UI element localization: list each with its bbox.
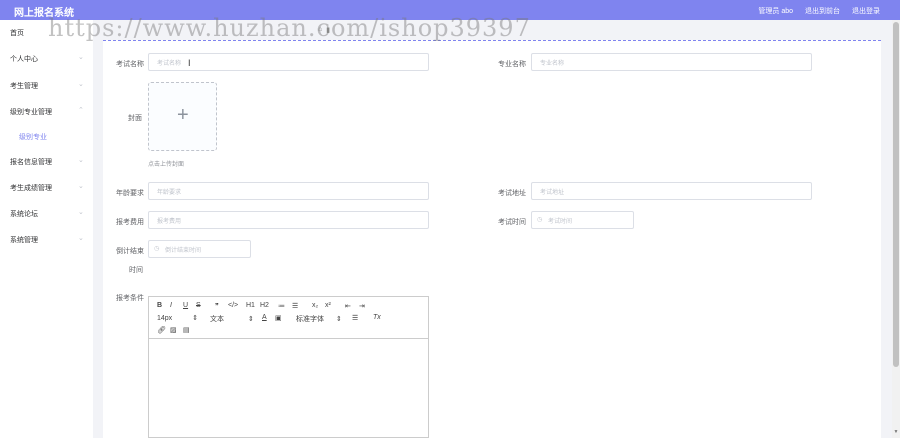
sidebar-item-label: 考生成绩管理 [10, 185, 52, 192]
address-input[interactable]: 考试地址 [531, 182, 812, 200]
countdown-label: 倒计结束 [116, 248, 144, 255]
clock-icon: ◷ [537, 217, 543, 223]
exam-time-picker[interactable]: ◷ 考试时间 [531, 211, 634, 229]
logout-link[interactable]: 退出登录 [852, 6, 880, 16]
heading2-button[interactable]: H2 [260, 302, 269, 309]
font-color-icon[interactable]: A [262, 314, 267, 321]
sidebar-item-label: 个人中心 [10, 56, 38, 63]
breadcrumb-divider [103, 40, 881, 41]
chevron-down-icon: ⌄ [78, 81, 84, 88]
exam-name-placeholder: 考试名称 [157, 61, 182, 67]
chevron-down-icon: ⌄ [78, 183, 84, 190]
back-to-front-link[interactable]: 退出到前台 [805, 6, 840, 16]
sidebar-item-level-major[interactable]: 级别专业管理 ⌃ [0, 105, 93, 119]
image-icon[interactable]: ▨ [170, 326, 177, 334]
plus-icon: + [177, 104, 189, 126]
indent-button[interactable]: ⇥ [359, 302, 365, 310]
sidebar-item-label: 系统管理 [10, 237, 38, 244]
outdent-button[interactable]: ⇤ [345, 302, 351, 310]
lock-icon: ▮ [326, 27, 331, 34]
home-icon: ⌂ [318, 26, 323, 33]
sidebar-subitem-level-major[interactable]: 级别专业 [0, 130, 93, 144]
fee-placeholder: 报考费用 [157, 219, 182, 225]
bold-button[interactable]: B [157, 302, 162, 309]
underline-button[interactable]: U [183, 302, 188, 309]
age-input[interactable]: 年龄要求 [148, 182, 429, 200]
current-user: 管理员 abo [758, 8, 793, 15]
clock-icon: ◷ [154, 246, 160, 252]
sidebar-item-candidates[interactable]: 考生管理 ⌄ [0, 79, 93, 93]
sidebar-item-label: 首页 [10, 30, 24, 37]
heading1-button[interactable]: H1 [246, 302, 255, 309]
sidebar-item-home[interactable]: 首页 [0, 26, 93, 40]
sidebar-item-scores[interactable]: 考生成绩管理 ⌄ [0, 181, 93, 195]
text-cursor-icon: I [188, 58, 191, 68]
exam-time-placeholder: 考试时间 [548, 219, 573, 225]
clear-format-button[interactable]: Tx [373, 314, 381, 321]
editor-toolbar: B I U S ❞ </> H1 H2 ≔ ☰ x₂ x² ⇤ ⇥ 14px ⇕ … [149, 297, 428, 339]
breadcrumb-icons: ⌂ ▮ [318, 26, 330, 34]
cover-upload-hint: 点击上传封面 [148, 162, 185, 168]
chevron-down-icon: ⌄ [78, 157, 84, 164]
countdown-placeholder: 倒计结束时间 [165, 248, 202, 254]
align-icon[interactable]: ☰ [352, 314, 358, 322]
age-label: 年龄要求 [116, 190, 144, 197]
bullet-list-button[interactable]: ☰ [292, 302, 298, 310]
address-label: 考试地址 [498, 190, 526, 197]
sidebar: 首页 个人中心 ⌄ 考生管理 ⌄ 级别专业管理 ⌃ 级别专业 报名信息管理 ⌄ … [0, 20, 93, 438]
sidebar-item-label: 系统论坛 [10, 211, 38, 218]
countdown-time-picker[interactable]: ◷ 倒计结束时间 [148, 240, 251, 258]
sidebar-item-system[interactable]: 系统管理 ⌄ [0, 233, 93, 247]
major-name-input[interactable]: 专业名称 [531, 53, 812, 71]
app-title: 网上报名系统 [14, 8, 74, 19]
major-name-label: 专业名称 [498, 61, 526, 68]
sidebar-item-label: 考生管理 [10, 83, 38, 90]
code-block-button[interactable]: </> [228, 302, 238, 309]
chevron-down-icon: ⌄ [78, 54, 84, 61]
font-family-select[interactable]: 标准字体 ⇕ [296, 314, 342, 324]
link-icon[interactable]: 🔗︎ [157, 326, 166, 334]
sidebar-item-registration[interactable]: 报名信息管理 ⌄ [0, 155, 93, 169]
chevron-down-icon: ⌄ [78, 235, 84, 242]
sidebar-item-profile[interactable]: 个人中心 ⌄ [0, 52, 93, 66]
page-scrollbar[interactable]: ▼ [892, 20, 900, 438]
chevron-up-icon: ⌃ [78, 107, 84, 114]
scrollbar-thumb[interactable] [893, 22, 899, 367]
font-size-select[interactable]: 14px ⇕ [157, 314, 198, 322]
video-icon[interactable]: ▤ [183, 326, 190, 334]
major-name-placeholder: 专业名称 [540, 61, 565, 67]
chevron-down-icon: ⌄ [78, 209, 84, 216]
countdown-label-line2: 时间 [129, 267, 143, 274]
sidebar-item-label: 报名信息管理 [10, 159, 52, 166]
cover-upload[interactable]: + [148, 82, 217, 151]
strike-button[interactable]: S [196, 302, 201, 309]
address-placeholder: 考试地址 [540, 190, 565, 196]
fee-input[interactable]: 报考费用 [148, 211, 429, 229]
fee-label: 报考费用 [116, 219, 144, 226]
exam-time-label: 考试时间 [498, 219, 526, 226]
select-arrows-icon: ⇕ [336, 316, 342, 323]
rich-text-editor[interactable]: B I U S ❞ </> H1 H2 ≔ ☰ x₂ x² ⇤ ⇥ 14px ⇕ … [148, 296, 429, 438]
background-color-icon[interactable]: ▣ [275, 314, 282, 322]
subscript-button[interactable]: x₂ [312, 302, 318, 309]
blockquote-button[interactable]: ❞ [215, 302, 219, 310]
ordered-list-button[interactable]: ≔ [278, 302, 285, 310]
sidebar-item-label: 级别专业 [19, 134, 47, 141]
conditions-label: 报考条件 [116, 295, 144, 302]
select-arrows-icon: ⇕ [248, 316, 254, 323]
age-placeholder: 年龄要求 [157, 190, 182, 196]
select-arrows-icon: ⇕ [192, 315, 199, 322]
top-bar: 网上报名系统 管理员 abo 退出到前台 退出登录 [0, 0, 900, 20]
scroll-down-icon[interactable]: ▼ [893, 429, 899, 435]
sidebar-item-forum[interactable]: 系统论坛 ⌄ [0, 207, 93, 221]
italic-button[interactable]: I [170, 302, 172, 309]
text-type-select[interactable]: 文本 ⇕ [210, 314, 254, 324]
exam-name-label: 考试名称 [116, 61, 144, 68]
top-links: 管理员 abo 退出到前台 退出登录 [758, 6, 880, 16]
superscript-button[interactable]: x² [325, 302, 331, 309]
cover-label: 封面 [128, 115, 142, 122]
sidebar-item-label: 级别专业管理 [10, 109, 52, 116]
